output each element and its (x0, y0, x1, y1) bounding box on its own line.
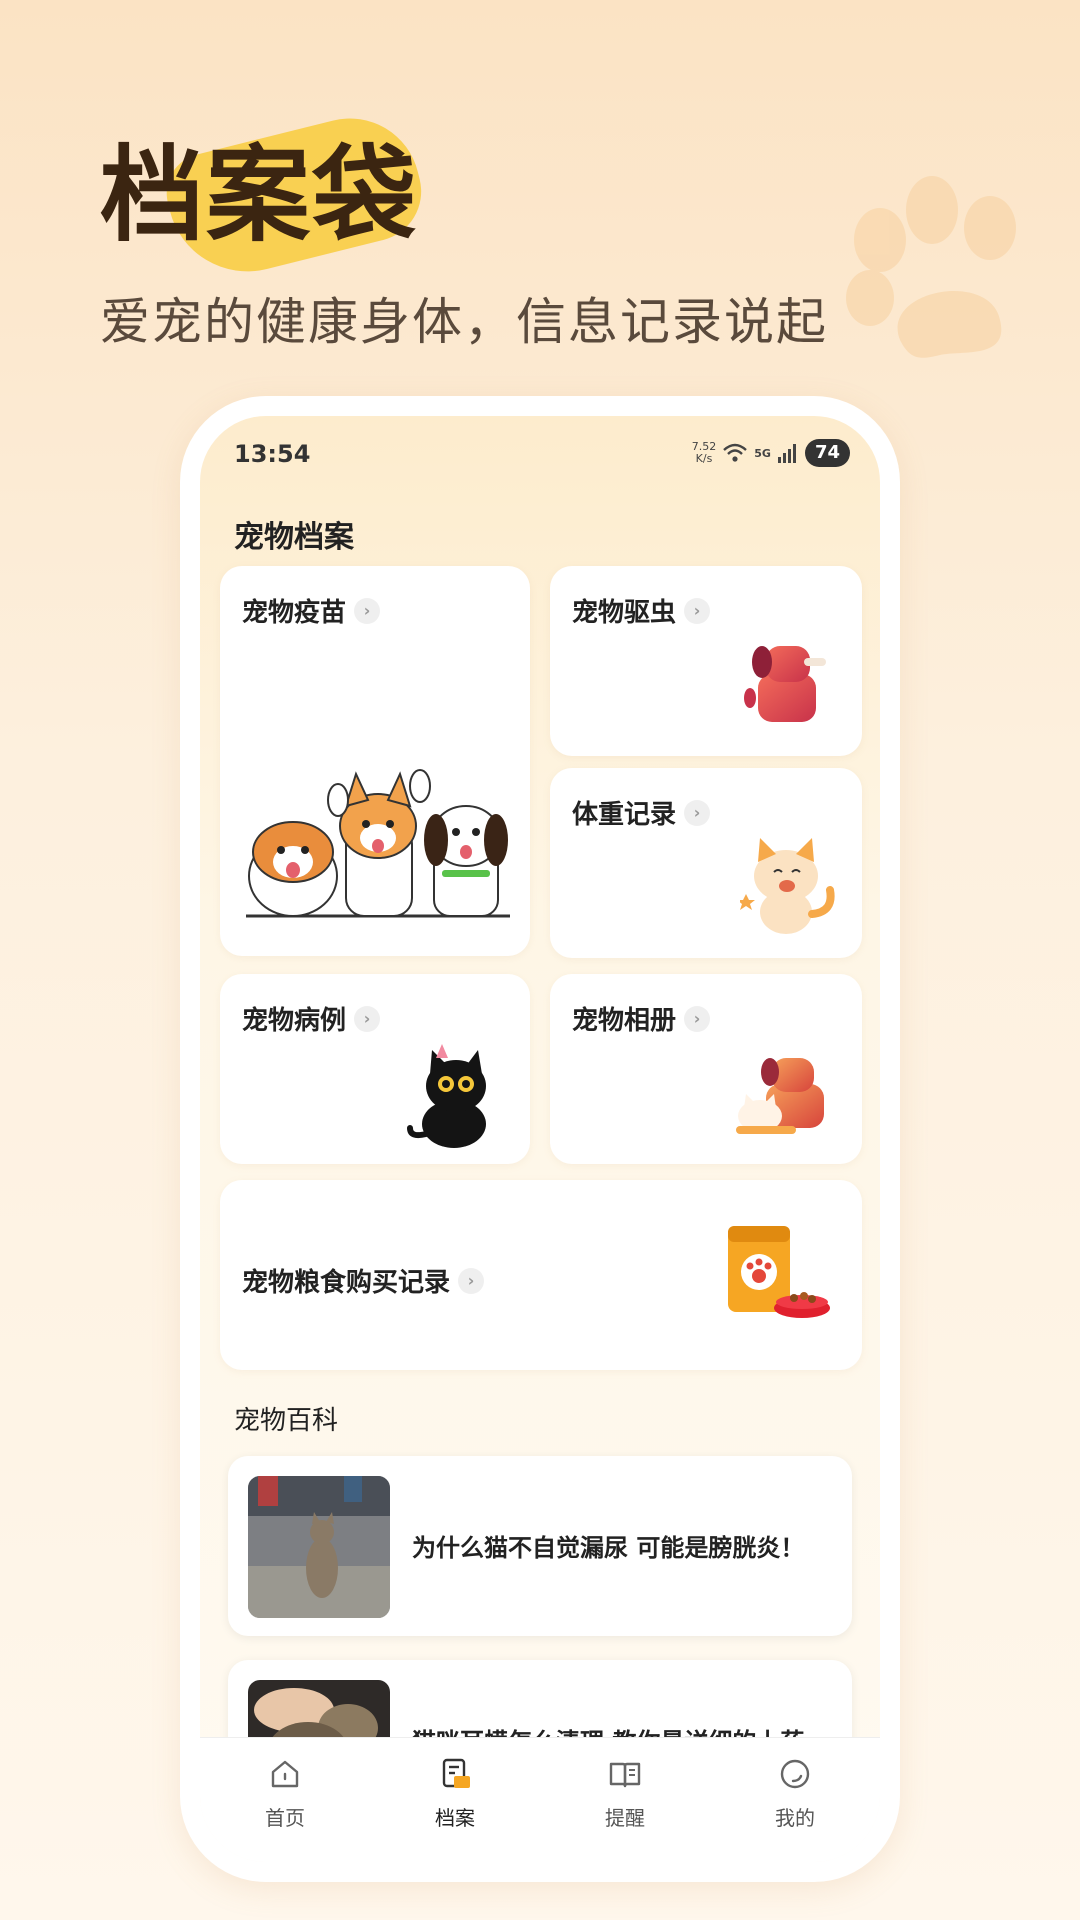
status-time: 13:54 (234, 440, 311, 468)
home-icon (271, 1760, 299, 1788)
card-food-purchase-record[interactable]: 宠物粮食购买记录 › (220, 1180, 862, 1370)
battery-indicator: 74 (804, 439, 850, 467)
card-pet-medical-record[interactable]: 宠物病例 › (220, 974, 530, 1164)
card-pet-deworming[interactable]: 宠物驱虫 › (550, 566, 862, 756)
card-label: 宠物驱虫 (572, 598, 677, 628)
hero-title-block: 档案袋 (100, 103, 432, 289)
article-title: 为什么猫不自觉漏尿 可能是膀胱炎！ (412, 1534, 805, 1562)
card-label: 宠物粮食购买记录 (242, 1268, 451, 1298)
orange-cat-illustration (740, 838, 835, 934)
chevron-right-icon: › (354, 1005, 381, 1032)
tab-label: 档案 (435, 1806, 475, 1830)
wifi-icon (723, 443, 748, 462)
archive-section-title: 宠物档案 (234, 520, 354, 555)
hero-title: 档案袋 (100, 134, 419, 256)
chevron-right-icon: › (684, 799, 711, 826)
network-type: 5G (754, 446, 771, 460)
card-label: 宠物相册 (572, 1006, 677, 1036)
chevron-right-icon: › (684, 1005, 711, 1032)
pet-food-bag-illustration (728, 1226, 830, 1318)
article-card[interactable]: 为什么猫不自觉漏尿 可能是膀胱炎！ (228, 1456, 852, 1636)
tab-label: 我的 (775, 1806, 815, 1830)
encyclopedia-section-title: 宠物百科 (234, 1406, 339, 1436)
black-cat-illustration (407, 1044, 486, 1148)
book-icon (609, 1762, 641, 1788)
tab-archive[interactable]: 档案 (370, 1738, 540, 1862)
paw-print-icon (846, 176, 1016, 358)
file-icon (442, 1758, 470, 1788)
three-dogs-illustration (246, 769, 510, 918)
tab-home[interactable]: 首页 (200, 1738, 370, 1862)
tab-label: 首页 (265, 1806, 305, 1830)
cat-photo (248, 1476, 390, 1618)
card-pet-album[interactable]: 宠物相册 › (550, 974, 862, 1164)
tab-profile[interactable]: 我的 (710, 1738, 880, 1862)
app-screen: 13:54 7.52 K/s 5G 74 宠物档案 宠物疫苗 › 宠物驱虫 › … (200, 416, 880, 1862)
dog-with-bone-illustration (744, 646, 826, 722)
status-icons: 7.52 K/s 5G 74 (692, 438, 850, 468)
card-label: 宠物疫苗 (242, 598, 347, 628)
net-speed: 7.52 K/s (691, 440, 717, 465)
article-thumbnail (248, 1476, 390, 1618)
card-label: 宠物病例 (242, 1006, 347, 1036)
chevron-right-icon: › (684, 597, 711, 624)
chevron-right-icon: › (354, 597, 381, 624)
dog-and-cat-illustration (736, 1058, 824, 1134)
hero-subtitle: 爱宠的健康身体，信息记录说起 (100, 293, 828, 351)
tab-reminder[interactable]: 提醒 (540, 1738, 710, 1862)
status-bar: 13:54 7.52 K/s 5G 74 (200, 416, 880, 486)
profile-icon (780, 1759, 810, 1789)
card-pet-vaccine[interactable]: 宠物疫苗 › (220, 566, 530, 956)
tab-label: 提醒 (605, 1806, 645, 1830)
chevron-right-icon: › (458, 1267, 485, 1294)
signal-icon (777, 444, 796, 463)
card-weight-record[interactable]: 体重记录 › (550, 768, 862, 958)
bottom-tab-bar: 首页 档案 提醒 我的 (200, 1737, 880, 1862)
phone-frame: 13:54 7.52 K/s 5G 74 宠物档案 宠物疫苗 › 宠物驱虫 › … (180, 396, 900, 1882)
card-label: 体重记录 (572, 800, 677, 830)
